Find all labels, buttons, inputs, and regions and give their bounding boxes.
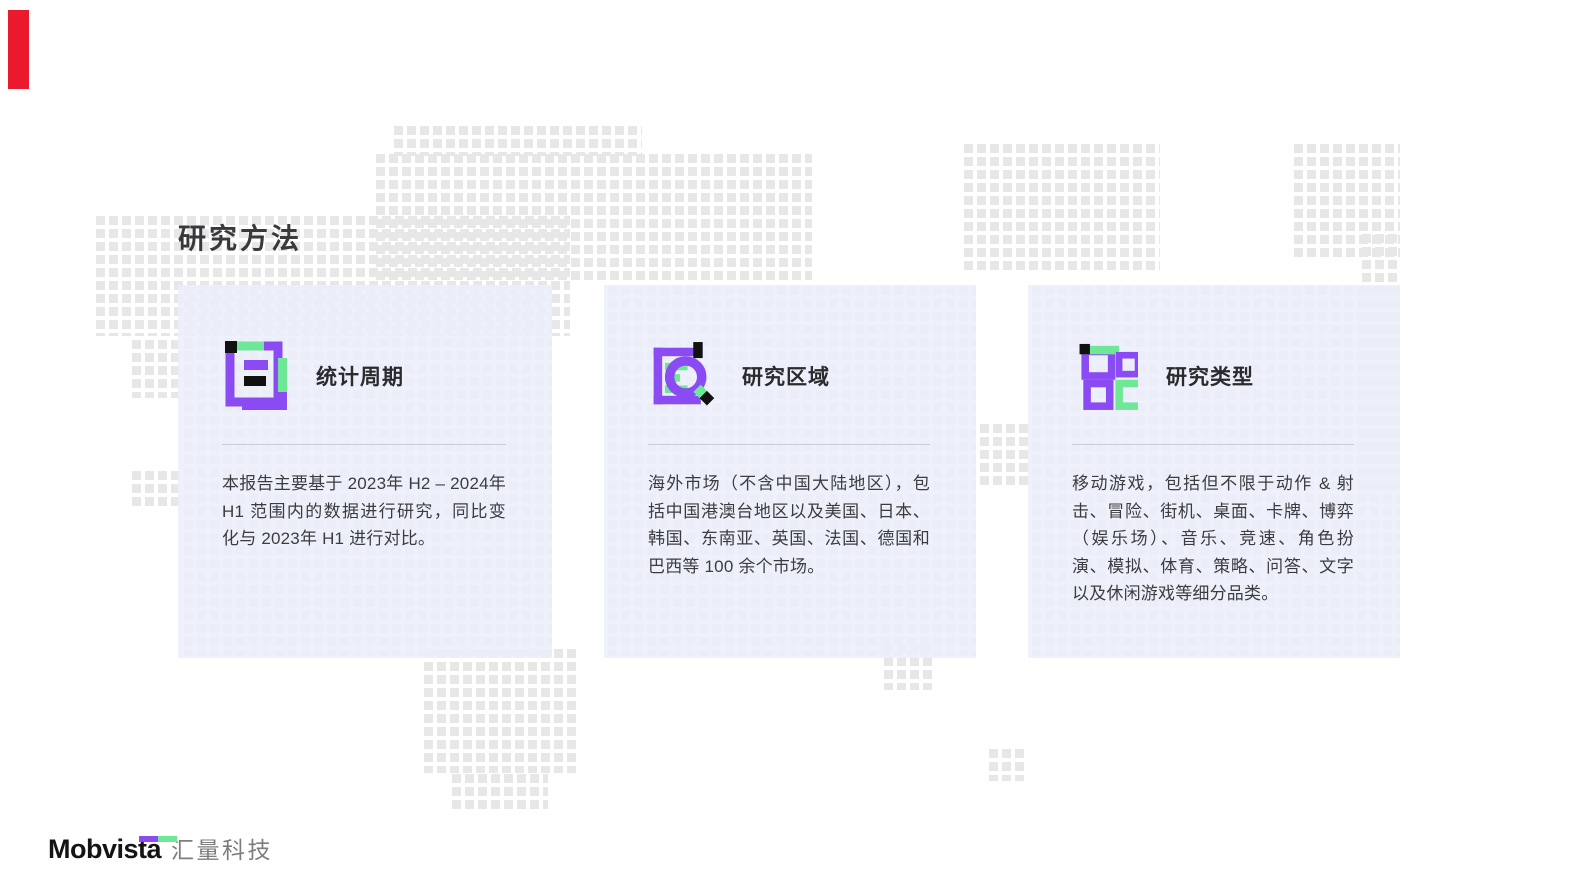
red-capture-marker (8, 10, 29, 89)
card-research-type: 研究类型 移动游戏，包括但不限于动作 & 射击、冒险、街机、桌面、卡牌、博弈（娱… (1028, 285, 1400, 658)
category-grid-icon (1079, 343, 1138, 410)
card-divider (648, 444, 930, 445)
mobvista-logo-accent-bar (139, 836, 177, 842)
card-statistics-period: 统计周期 本报告主要基于 2023年 H2 – 2024年 H1 范围内的数据进… (178, 285, 552, 658)
mobvista-logo-wordmark: Mobvista (48, 834, 177, 865)
card-title: 研究区域 (742, 366, 830, 389)
card-header: 研究区域 (648, 338, 930, 414)
card-divider (222, 444, 506, 445)
card-body-text: 本报告主要基于 2023年 H2 – 2024年 H1 范围内的数据进行研究，同… (222, 474, 506, 548)
mobvista-logo: Mobvista 汇量科技 (48, 831, 273, 865)
mobvista-logo-chinese: 汇量科技 (171, 837, 274, 863)
card-header: 研究类型 (1072, 338, 1354, 414)
card-title: 研究类型 (1166, 366, 1254, 389)
card-title: 统计周期 (316, 366, 404, 389)
card-body-text: 海外市场（不含中国大陆地区），包括中国港澳台地区以及美国、日本、韩国、东南亚、英… (648, 474, 930, 576)
card-research-region: 研究区域 海外市场（不含中国大陆地区），包括中国港澳台地区以及美国、日本、韩国、… (604, 285, 976, 658)
page-title: 研究方法 (178, 222, 303, 254)
card-header: 统计周期 (222, 338, 506, 414)
card-divider (1072, 444, 1354, 445)
document-magnifier-icon (653, 342, 714, 406)
card-body-text: 移动游戏，包括但不限于动作 & 射击、冒险、街机、桌面、卡牌、博弈（娱乐场）、音… (1072, 474, 1354, 603)
report-document-icon (225, 341, 287, 410)
